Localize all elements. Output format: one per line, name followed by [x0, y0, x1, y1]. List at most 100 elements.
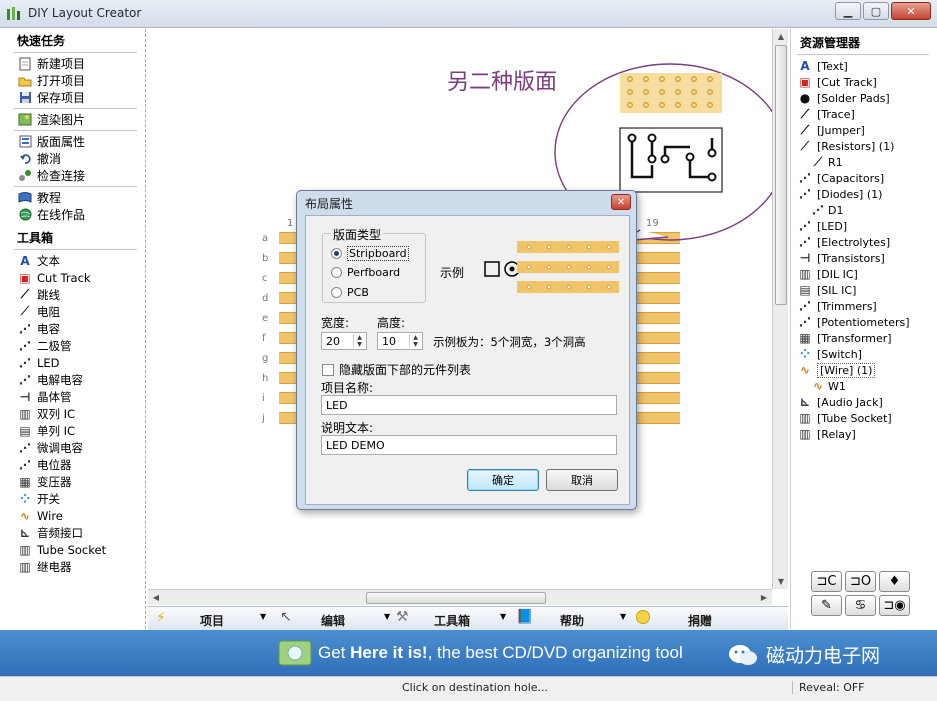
tool-switch[interactable]: ⁘ 开关 — [0, 490, 145, 507]
task-online-projects[interactable]: 在线作品 — [0, 206, 145, 223]
task-save-project[interactable]: 保存项目 — [0, 89, 145, 106]
tool-relay[interactable]: ▥ 继电器 — [0, 558, 145, 575]
edit-button[interactable]: ✎ — [811, 595, 842, 616]
menu-project[interactable]: 项目 — [200, 612, 224, 629]
new-file-icon — [18, 57, 32, 71]
resource-category[interactable]: ⊣ [Transistors] — [791, 250, 937, 266]
resource-category[interactable]: ▣ [Cut Track] — [791, 74, 937, 90]
hide-parts-checkbox[interactable]: 隐藏版面下部的元件列表 — [322, 361, 471, 378]
tool-wire[interactable]: ∿ Wire — [0, 507, 145, 524]
scroll-right-icon[interactable]: ▶ — [756, 590, 772, 605]
resource-category[interactable]: ⋰ [Electrolytes] — [791, 234, 937, 250]
task-open-project[interactable]: 打开项目 — [0, 72, 145, 89]
radio-stripboard[interactable]: Stripboard — [331, 246, 409, 261]
pad-target-button[interactable]: ⊐◉ — [879, 595, 910, 616]
dropdown-arrow-icon[interactable]: ▼ — [620, 612, 626, 621]
scroll-down-icon[interactable]: ▼ — [773, 574, 789, 589]
ad-banner[interactable]: Get Here it is!, the best CD/DVD organiz… — [0, 630, 937, 676]
close-button[interactable]: ✕ — [891, 2, 931, 20]
tool-resistor[interactable]: ⟋ 电阻 — [0, 303, 145, 320]
tool-led[interactable]: ⋰ LED — [0, 354, 145, 371]
tool-capacitor[interactable]: ⋰ 电容 — [0, 320, 145, 337]
scroll-thumb[interactable] — [775, 45, 787, 305]
horizontal-scrollbar[interactable]: ◀ ▶ — [148, 589, 772, 605]
radio-button[interactable] — [331, 248, 342, 259]
column-number: 1 — [287, 218, 294, 229]
resource-category[interactable]: ▤ [SIL IC] — [791, 282, 937, 298]
resource-category[interactable]: ⋰ [Trimmers] — [791, 298, 937, 314]
tool-diode[interactable]: ⋰ 二极管 — [0, 337, 145, 354]
tool-cut-track[interactable]: ▣ Cut Track — [0, 269, 145, 286]
menu-toolbox[interactable]: 工具箱 — [434, 612, 470, 629]
resource-category[interactable]: ● [Solder Pads] — [791, 90, 937, 106]
radio-pcb[interactable]: PCB — [331, 286, 369, 299]
resource-category[interactable]: ⟋ [Jumper] — [791, 122, 937, 138]
resource-category[interactable]: ⟋ [Resistors] (1) — [791, 138, 937, 154]
flip-button[interactable]: ♋ — [845, 595, 876, 616]
resource-category[interactable]: ▥ [Relay] — [791, 426, 937, 442]
resource-category[interactable]: ⁘ [Switch] — [791, 346, 937, 362]
resource-child-item[interactable]: ∿ W1 — [791, 378, 937, 394]
diamond-button[interactable]: ♦ — [879, 571, 910, 592]
resource-child-item[interactable]: ⋰ D1 — [791, 202, 937, 218]
checkbox[interactable] — [322, 363, 334, 376]
dil-ic-icon: ▥ — [799, 267, 811, 281]
resource-category[interactable]: ∿ [Wire] (1) — [791, 362, 937, 378]
dropdown-arrow-icon[interactable]: ▼ — [500, 612, 506, 621]
scroll-up-icon[interactable]: ▲ — [773, 29, 789, 44]
dialog-close-button[interactable]: ✕ — [611, 194, 631, 210]
tool-audio-jack[interactable]: ⊾ 音频接口 — [0, 524, 145, 541]
task-new-project[interactable]: 新建项目 — [0, 55, 145, 72]
menu-donate[interactable]: 捐赠 — [688, 612, 712, 629]
resource-category[interactable]: ▥ [Tube Socket] — [791, 410, 937, 426]
menu-edit[interactable]: 编辑 — [321, 612, 345, 629]
scroll-left-icon[interactable]: ◀ — [148, 590, 164, 605]
maximize-button[interactable]: ▢ — [863, 2, 889, 20]
menu-help[interactable]: 帮助 — [560, 612, 584, 629]
description-input[interactable]: LED DEMO — [321, 435, 617, 455]
tool-sil-ic[interactable]: ▤ 单列 IC — [0, 422, 145, 439]
tool-electrolytic[interactable]: ⋰ 电解电容 — [0, 371, 145, 388]
resource-category[interactable]: ⋰ [Potentiometers] — [791, 314, 937, 330]
resource-category[interactable]: ▥ [DIL IC] — [791, 266, 937, 282]
cancel-button[interactable]: 取消 — [546, 469, 618, 491]
resource-category[interactable]: ⋰ [Diodes] (1) — [791, 186, 937, 202]
resource-category[interactable]: ⟋ [Trace] — [791, 106, 937, 122]
task-tutorial[interactable]: 教程 — [0, 189, 145, 206]
radio-perfboard[interactable]: Perfboard — [331, 266, 400, 279]
tool-jumper[interactable]: ⟋ 跳线 — [0, 286, 145, 303]
task-check-connections[interactable]: 检查连接 — [0, 167, 145, 184]
project-name-input[interactable]: LED — [321, 395, 617, 415]
minimize-button[interactable]: ▁ — [835, 2, 861, 20]
resource-category[interactable]: ⊾ [Audio Jack] — [791, 394, 937, 410]
align-left-button[interactable]: ⊐C — [811, 571, 842, 592]
task-render-image[interactable]: 渲染图片 — [0, 111, 145, 128]
resource-category[interactable]: A [Text] — [791, 58, 937, 74]
vertical-scrollbar[interactable]: ▲ ▼ — [772, 29, 788, 589]
task-board-properties[interactable]: 版面属性 — [0, 133, 145, 150]
radio-button[interactable] — [331, 287, 342, 298]
tool-trimmer[interactable]: ⋰ 微调电容 — [0, 439, 145, 456]
task-undo[interactable]: 撤消 — [0, 150, 145, 167]
tool-tube-socket[interactable]: ▥ Tube Socket — [0, 541, 145, 558]
align-pad-button[interactable]: ⊐O — [845, 571, 876, 592]
dropdown-arrow-icon[interactable]: ▼ — [384, 612, 390, 621]
dropdown-arrow-icon[interactable]: ▼ — [260, 612, 266, 621]
tool-potentiometer[interactable]: ⋰ 电位器 — [0, 456, 145, 473]
spinner-arrows-icon[interactable]: ▲ ▼ — [353, 334, 365, 348]
tool-text[interactable]: A 文本 — [0, 252, 145, 269]
tool-dil-ic[interactable]: ▥ 双列 IC — [0, 405, 145, 422]
scroll-thumb[interactable] — [366, 592, 546, 604]
tool-transistor[interactable]: ⊣ 晶体管 — [0, 388, 145, 405]
resource-category[interactable]: ⋰ [Capacitors] — [791, 170, 937, 186]
reveal-status[interactable]: Reveal: OFF — [792, 681, 865, 694]
tool-transformer[interactable]: ▦ 变压器 — [0, 473, 145, 490]
height-spinner[interactable]: 10 ▲ ▼ — [377, 332, 423, 350]
ok-button[interactable]: 确定 — [467, 469, 539, 491]
spinner-arrows-icon[interactable]: ▲ ▼ — [409, 334, 421, 348]
resource-category[interactable]: ▦ [Transformer] — [791, 330, 937, 346]
resource-category[interactable]: ⋰ [LED] — [791, 218, 937, 234]
radio-button[interactable] — [331, 267, 342, 278]
width-spinner[interactable]: 20 ▲ ▼ — [321, 332, 367, 350]
resource-child-item[interactable]: ⟋ R1 — [791, 154, 937, 170]
